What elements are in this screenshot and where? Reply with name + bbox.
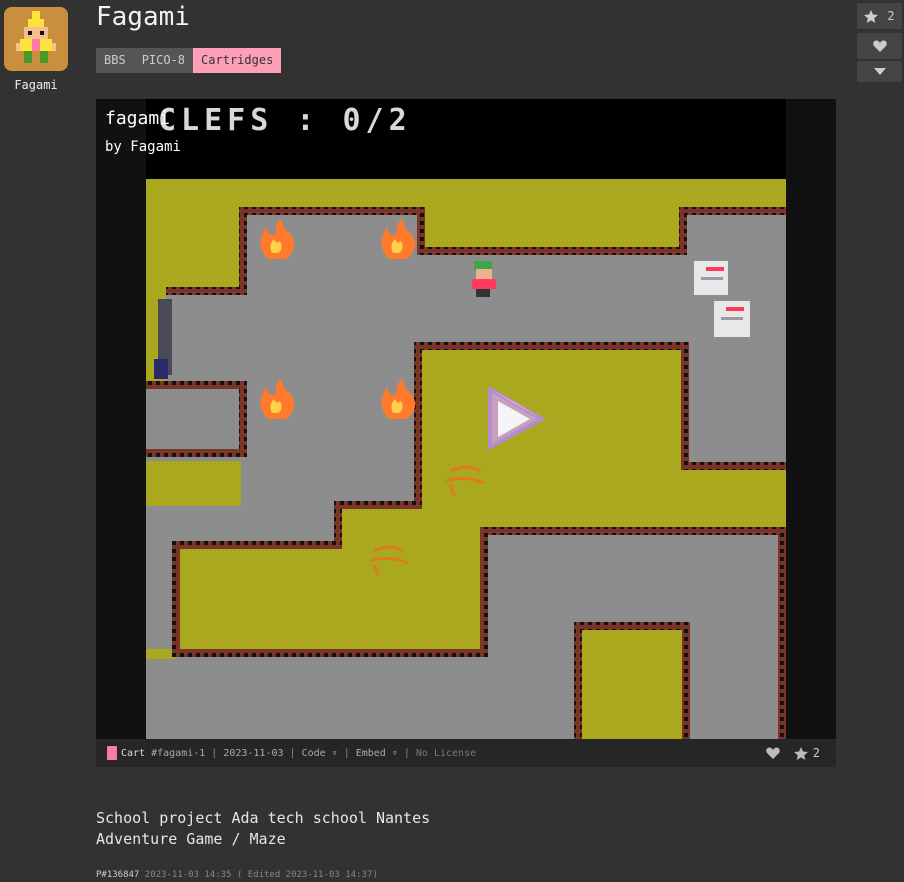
cart-author-link[interactable]: Fagami <box>130 139 181 155</box>
code-dropdown[interactable]: Code ▿ <box>302 748 338 759</box>
license-label: No License <box>415 747 477 759</box>
cart-player[interactable]: CLEFS : 0/2 fagami by Fagami <box>96 99 836 739</box>
post-timestamp: 2023-11-03 14:35 ( Edited 2023-11-03 14:… <box>144 870 378 880</box>
post-meta: P#136847 2023-11-03 14:35 ( Edited 2023-… <box>96 870 378 880</box>
heart-icon <box>872 40 887 52</box>
cart-title: fagami <box>105 108 171 129</box>
game-map <box>146 179 786 739</box>
breadcrumb: BBS PICO-8 Cartridges <box>96 48 282 73</box>
cart-star-button[interactable]: 2 <box>793 746 820 760</box>
star-button[interactable]: 2 <box>857 3 902 29</box>
embed-dropdown[interactable]: Embed ▿ <box>356 748 398 759</box>
cart-id[interactable]: #fagami-1 <box>151 748 205 759</box>
description-line: School project Ada tech school Nantes <box>96 809 431 827</box>
cart-label[interactable]: Cart <box>121 748 145 759</box>
cart-byline: by Fagami <box>105 139 181 155</box>
game-screen[interactable]: CLEFS : 0/2 <box>146 99 786 739</box>
heart-icon[interactable] <box>765 747 780 759</box>
page-title: Fagami <box>96 2 190 32</box>
cart-info-bar: Cart #fagami-1 | 2023-11-03 | Code ▿ | E… <box>96 739 836 767</box>
breadcrumb-bbs[interactable]: BBS <box>96 48 134 73</box>
cart-star-count: 2 <box>812 746 820 760</box>
author-name[interactable]: Fagami <box>0 78 72 92</box>
like-button[interactable] <box>857 33 902 59</box>
game-hud-bar: CLEFS : 0/2 <box>146 99 786 179</box>
cart-date: 2023-11-03 <box>223 747 284 759</box>
game-hud-text: CLEFS : 0/2 <box>158 103 412 138</box>
play-icon[interactable] <box>486 387 550 451</box>
star-icon <box>864 9 879 23</box>
author-avatar[interactable] <box>4 7 68 71</box>
post-id[interactable]: P#136847 <box>96 870 139 880</box>
breadcrumb-cartridges[interactable]: Cartridges <box>193 48 282 73</box>
avatar-sprite-icon <box>4 7 68 71</box>
star-count: 2 <box>887 9 895 23</box>
breadcrumb-pico8[interactable]: PICO-8 <box>133 48 194 73</box>
post-description: School project Ada tech school Nantes Ad… <box>96 808 430 850</box>
chevron-down-icon <box>873 68 886 75</box>
cart-icon <box>107 746 117 760</box>
more-options-button[interactable] <box>857 61 902 82</box>
byline-prefix: by <box>105 139 122 155</box>
star-icon <box>793 746 808 760</box>
description-line: Adventure Game / Maze <box>96 830 286 848</box>
